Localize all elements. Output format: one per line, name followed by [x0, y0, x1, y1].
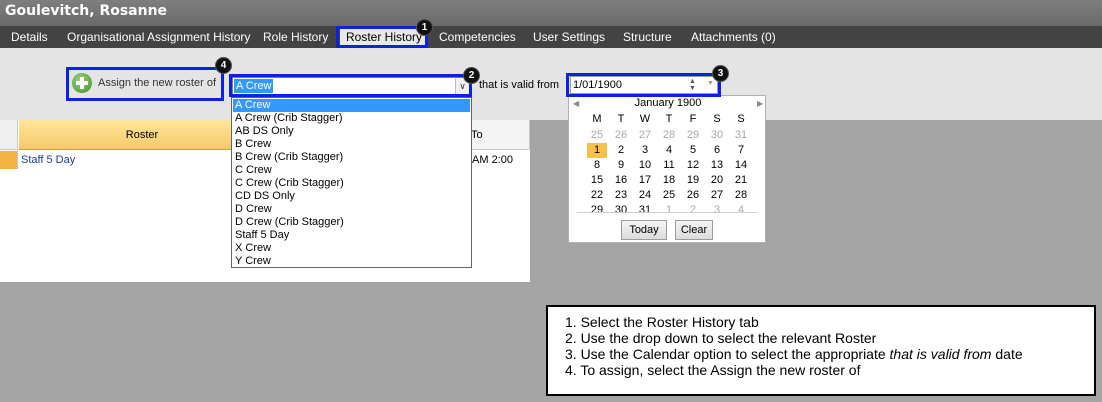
roster-option[interactable]: AB DS Only — [233, 125, 470, 138]
calendar-day[interactable]: 30 — [611, 203, 631, 218]
tab-attachments[interactable]: Attachments (0) — [691, 30, 776, 44]
next-month-icon[interactable]: ▶ — [757, 99, 763, 108]
calendar-day[interactable]: 30 — [707, 128, 727, 143]
calendar-divider — [577, 212, 757, 213]
tab-role-history[interactable]: Role History — [263, 30, 328, 44]
calendar-day[interactable]: 28 — [659, 128, 679, 143]
tab-structure[interactable]: Structure — [623, 30, 672, 44]
calendar-day[interactable]: 29 — [587, 203, 607, 218]
calendar-day[interactable]: 10 — [635, 158, 655, 173]
calendar-day[interactable]: 17 — [635, 173, 655, 188]
roster-option[interactable]: Staff 5 Day — [233, 229, 470, 242]
calendar-day[interactable]: 8 — [587, 158, 607, 173]
calendar-day[interactable]: 31 — [731, 128, 751, 143]
calendar-day[interactable]: 12 — [683, 158, 703, 173]
grid-corner — [0, 120, 18, 150]
roster-option[interactable]: A Crew — [233, 99, 470, 112]
callout-badge-3: 3 — [712, 65, 729, 82]
calendar-day[interactable]: 27 — [707, 188, 727, 203]
roster-option[interactable]: B Crew (Crib Stagger) — [233, 151, 470, 164]
roster-option[interactable]: Y Crew — [233, 255, 470, 268]
calendar-day[interactable]: 3 — [635, 143, 655, 158]
calendar-day[interactable]: 5 — [683, 143, 703, 158]
calendar-day[interactable]: 6 — [707, 143, 727, 158]
weekday-label: W — [639, 113, 651, 125]
callout-badge-4: 4 — [215, 57, 232, 74]
window-title: Goulevitch, Rosanne — [5, 3, 168, 19]
calendar-day[interactable]: 15 — [587, 173, 607, 188]
calendar-day[interactable]: 23 — [611, 188, 631, 203]
calendar-day[interactable]: 22 — [587, 188, 607, 203]
callout-highlight-tab — [336, 26, 428, 48]
date-picker-calendar: ◀ January 1900 ▶ M T W T F S S 25 26 27 28 29 30 31 1 2… — [568, 95, 766, 243]
calendar-day[interactable]: 28 — [731, 188, 751, 203]
weekday-label: F — [689, 113, 697, 125]
instruction-step-1: 1. Select the Roster History tab — [565, 314, 759, 330]
roster-option[interactable]: D Crew — [233, 203, 470, 216]
instruction-step-4: 4. To assign, select the Assign the new … — [565, 362, 861, 378]
roster-option[interactable]: D Crew (Crib Stagger) — [233, 216, 470, 229]
calendar-day[interactable]: 2 — [683, 203, 703, 218]
weekday-label: S — [713, 113, 721, 125]
instructions-box: 1. Select the Roster History tab 2. Use … — [546, 305, 1096, 396]
tab-bar: Details Organisational Assignment Histor… — [0, 26, 1102, 48]
instruction-step-2: 2. Use the drop down to select the relev… — [565, 330, 877, 346]
calendar-day[interactable]: 1 — [587, 143, 607, 158]
roster-option[interactable]: A Crew (Crib Stagger) — [233, 112, 470, 125]
calendar-day[interactable]: 7 — [731, 143, 751, 158]
weekday-label: S — [737, 113, 745, 125]
weekday-label: T — [617, 113, 625, 125]
column-header-to[interactable]: To — [467, 120, 530, 150]
row-to-cell[interactable]: 2:00 AM — [472, 151, 528, 169]
calendar-day[interactable]: 3 — [707, 203, 727, 218]
callout-highlight-dropdown — [229, 74, 472, 97]
callout-badge-2: 2 — [463, 67, 480, 84]
calendar-day[interactable]: 20 — [707, 173, 727, 188]
clear-button[interactable]: Clear — [675, 220, 713, 240]
calendar-day[interactable]: 4 — [731, 203, 751, 218]
tab-organisational-assignment-history[interactable]: Organisational Assignment History — [67, 30, 250, 44]
roster-option[interactable]: B Crew — [233, 138, 470, 151]
row-roster-cell[interactable]: Staff 5 Day — [21, 151, 77, 169]
tab-details[interactable]: Details — [11, 30, 48, 44]
calendar-day[interactable]: 16 — [611, 173, 631, 188]
title-bar: Goulevitch, Rosanne — [0, 0, 1102, 26]
column-header-roster[interactable]: Roster — [19, 120, 266, 150]
calendar-day[interactable]: 26 — [683, 188, 703, 203]
roster-option[interactable]: X Crew — [233, 242, 470, 255]
calendar-day[interactable]: 25 — [659, 188, 679, 203]
roster-option[interactable]: CD DS Only — [233, 190, 470, 203]
calendar-day[interactable]: 1 — [659, 203, 679, 218]
roster-option[interactable]: C Crew — [233, 164, 470, 177]
calendar-day[interactable]: 18 — [659, 173, 679, 188]
calendar-month-label: January 1900 — [634, 97, 702, 109]
calendar-day[interactable]: 31 — [635, 203, 655, 218]
calendar-day[interactable]: 19 — [683, 173, 703, 188]
today-button[interactable]: Today — [621, 220, 667, 240]
callout-highlight-date — [566, 73, 721, 97]
valid-from-label: that is valid from — [479, 79, 560, 91]
calendar-day[interactable]: 29 — [683, 128, 703, 143]
callout-highlight-assign — [66, 67, 224, 101]
calendar-day[interactable]: 9 — [611, 158, 631, 173]
tab-user-settings[interactable]: User Settings — [533, 30, 605, 44]
weekday-label: M — [592, 113, 602, 125]
roster-option[interactable]: C Crew (Crib Stagger) — [233, 177, 470, 190]
instruction-step-3: 3. Use the Calendar option to select the… — [565, 346, 1023, 362]
calendar-day[interactable]: 13 — [707, 158, 727, 173]
weekday-label: T — [665, 113, 673, 125]
calendar-day[interactable]: 21 — [731, 173, 751, 188]
calendar-day[interactable]: 14 — [731, 158, 751, 173]
calendar-day[interactable]: 2 — [611, 143, 631, 158]
calendar-day[interactable]: 24 — [635, 188, 655, 203]
calendar-day[interactable]: 27 — [635, 128, 655, 143]
roster-dropdown-list: A Crew A Crew (Crib Stagger) AB DS Only … — [231, 97, 472, 268]
calendar-day[interactable]: 11 — [659, 158, 679, 173]
calendar-day[interactable]: 25 — [587, 128, 607, 143]
tab-competencies[interactable]: Competencies — [439, 30, 516, 44]
calendar-day[interactable]: 26 — [611, 128, 631, 143]
callout-badge-1: 1 — [416, 19, 433, 36]
row-indicator[interactable] — [0, 151, 18, 169]
calendar-day[interactable]: 4 — [659, 143, 679, 158]
